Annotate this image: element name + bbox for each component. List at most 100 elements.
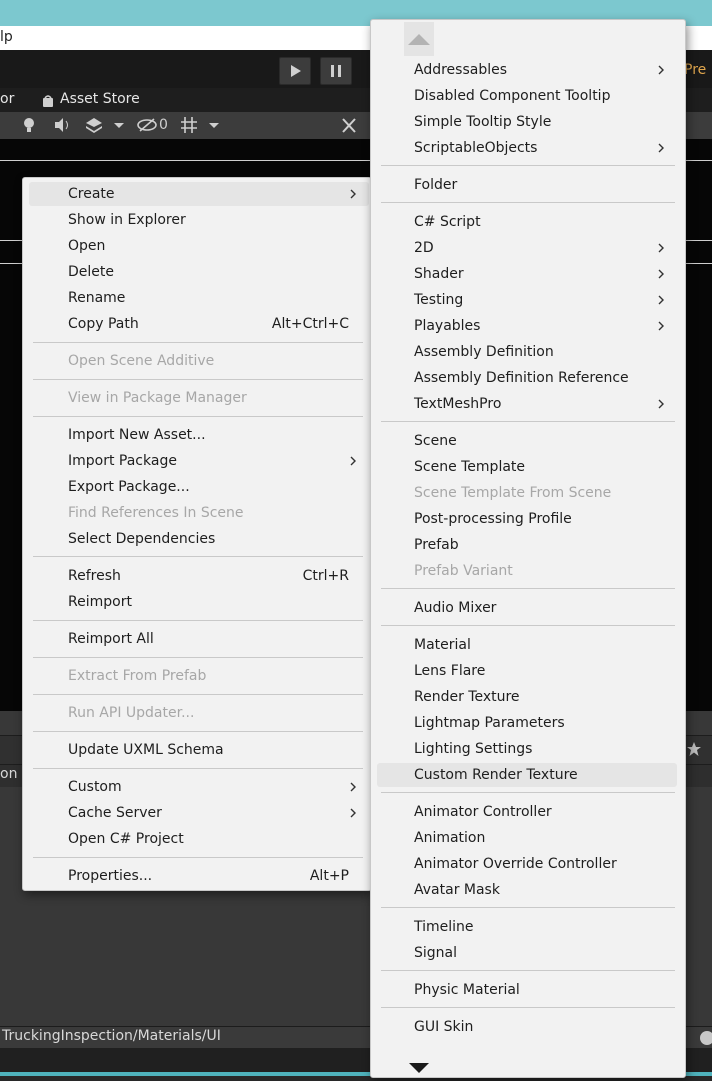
grid-dropdown-icon[interactable]	[208, 114, 220, 136]
menu-item-reimport-all[interactable]: Reimport All	[29, 627, 369, 651]
menu-item-simple-tooltip-style[interactable]: Simple Tooltip Style	[377, 110, 677, 134]
menu-item-label: GUI Skin	[414, 1019, 474, 1035]
menu-item-label: Properties...	[68, 868, 153, 884]
menu-item-create[interactable]: Create	[29, 182, 369, 206]
menu-item-audio-mixer[interactable]: Audio Mixer	[377, 596, 677, 620]
menu-item-scriptableobjects[interactable]: ScriptableObjects	[377, 136, 677, 160]
menu-item-textmeshpro[interactable]: TextMeshPro	[377, 392, 677, 416]
menu-item-label: Rename	[68, 290, 126, 306]
menu-item-cache-server[interactable]: Cache Server	[29, 801, 369, 825]
menu-item-import-new-asset[interactable]: Import New Asset...	[29, 423, 369, 447]
menu-item-gui-skin[interactable]: GUI Skin	[377, 1015, 677, 1039]
menu-item-shader[interactable]: Shader	[377, 262, 677, 286]
menu-item-update-uxml-schema[interactable]: Update UXML Schema	[29, 738, 369, 762]
menu-item-rename[interactable]: Rename	[29, 286, 369, 310]
menu-item-2d[interactable]: 2D	[377, 236, 677, 260]
menu-item-label: 2D	[414, 240, 434, 256]
tab-fragment[interactable]: or	[0, 91, 14, 107]
effects-toggle-icon[interactable]	[84, 114, 104, 136]
menu-item-folder[interactable]: Folder	[377, 173, 677, 197]
menu-item-lens-flare[interactable]: Lens Flare	[377, 659, 677, 683]
menu-item-label: Refresh	[68, 568, 121, 584]
menu-separator	[33, 768, 363, 769]
menu-item-label: ScriptableObjects	[414, 140, 538, 156]
menu-item-playables[interactable]: Playables	[377, 314, 677, 338]
menu-item-label: Open C# Project	[68, 831, 184, 847]
menu-item-avatar-mask[interactable]: Avatar Mask	[377, 878, 677, 902]
menu-item-import-package[interactable]: Import Package	[29, 449, 369, 473]
menu-item-extract-from-prefab: Extract From Prefab	[29, 664, 369, 688]
play-button[interactable]	[279, 57, 311, 85]
menu-item-show-in-explorer[interactable]: Show in Explorer	[29, 208, 369, 232]
menu-item-view-in-package-manager: View in Package Manager	[29, 386, 369, 410]
menu-item-c-script[interactable]: C# Script	[377, 210, 677, 234]
menu-item-animator-controller[interactable]: Animator Controller	[377, 800, 677, 824]
menu-item-prefab[interactable]: Prefab	[377, 533, 677, 557]
menu-item-lightmap-parameters[interactable]: Lightmap Parameters	[377, 711, 677, 735]
menu-item-label: Reimport All	[68, 631, 154, 647]
menu-item-export-package[interactable]: Export Package...	[29, 475, 369, 499]
audio-toggle-icon[interactable]	[52, 114, 72, 136]
menu-item-copy-path[interactable]: Copy Path Alt+Ctrl+C	[29, 312, 369, 336]
preview-packages-label[interactable]: Pre	[684, 58, 712, 82]
menu-item-assembly-definition[interactable]: Assembly Definition	[377, 340, 677, 364]
menu-separator	[33, 657, 363, 658]
menu-item-select-dependencies[interactable]: Select Dependencies	[29, 527, 369, 551]
menu-item-addressables[interactable]: Addressables	[377, 58, 677, 82]
menu-separator	[33, 416, 363, 417]
favorite-star-icon[interactable]	[686, 741, 702, 761]
menu-item-label: C# Script	[414, 214, 481, 230]
menu-separator	[381, 792, 675, 793]
menu-item-properties[interactable]: Properties... Alt+P	[29, 864, 369, 888]
menu-separator	[381, 907, 675, 908]
menu-item-animator-override-controller[interactable]: Animator Override Controller	[377, 852, 677, 876]
menu-item-label: Extract From Prefab	[68, 668, 207, 684]
scroll-down-button[interactable]	[404, 1053, 434, 1077]
menu-item-disabled-component-tooltip[interactable]: Disabled Component Tooltip	[377, 84, 677, 108]
lighting-toggle-icon[interactable]	[20, 114, 38, 136]
pause-button[interactable]	[320, 57, 352, 85]
menu-item-lighting-settings[interactable]: Lighting Settings	[377, 737, 677, 761]
menu-item-animation[interactable]: Animation	[377, 826, 677, 850]
menu-item-label: Signal	[414, 945, 458, 961]
menu-item-material[interactable]: Material	[377, 633, 677, 657]
menu-item-reimport[interactable]: Reimport	[29, 590, 369, 614]
menu-separator	[33, 694, 363, 695]
menu-item-render-texture[interactable]: Render Texture	[377, 685, 677, 709]
menu-item-label: Testing	[414, 292, 464, 308]
tab-asset-store[interactable]: Asset Store	[60, 91, 140, 107]
shopping-bag-icon	[42, 93, 54, 112]
menu-item-timeline[interactable]: Timeline	[377, 915, 677, 939]
menu-item-label: Copy Path	[68, 316, 139, 332]
menu-item-open-c-project[interactable]: Open C# Project	[29, 827, 369, 851]
menu-item-label: TextMeshPro	[414, 396, 502, 412]
menu-item-scene-template[interactable]: Scene Template	[377, 455, 677, 479]
menu-item-physic-material[interactable]: Physic Material	[377, 978, 677, 1002]
menu-item-assembly-definition-reference[interactable]: Assembly Definition Reference	[377, 366, 677, 390]
zoom-slider-handle[interactable]	[700, 1031, 712, 1045]
menu-item-scene[interactable]: Scene	[377, 429, 677, 453]
effects-dropdown-icon[interactable]	[113, 114, 125, 136]
menu-item-label: Shader	[414, 266, 464, 282]
grid-icon[interactable]	[179, 114, 199, 136]
menu-item-refresh[interactable]: Refresh Ctrl+R	[29, 564, 369, 588]
menu-item-testing[interactable]: Testing	[377, 288, 677, 312]
menu-item-label: Export Package...	[68, 479, 190, 495]
menu-item-shortcut: Alt+Ctrl+C	[271, 316, 349, 332]
menu-item-shortcut: Alt+P	[309, 868, 349, 884]
menu-item-custom-render-texture[interactable]: Custom Render Texture	[377, 763, 677, 787]
tab-fragment-lower[interactable]: on	[0, 766, 17, 782]
menu-item-delete[interactable]: Delete	[29, 260, 369, 284]
tools-icon[interactable]	[340, 114, 358, 136]
menu-item-label: Scene Template From Scene	[414, 485, 612, 501]
help-menu-fragment[interactable]: lp	[0, 29, 13, 45]
menu-item-open[interactable]: Open	[29, 234, 369, 258]
menu-item-label: Playables	[414, 318, 481, 334]
hidden-objects-icon[interactable]	[136, 114, 158, 136]
menu-item-post-processing-profile[interactable]: Post-processing Profile	[377, 507, 677, 531]
menu-item-custom[interactable]: Custom	[29, 775, 369, 799]
menu-item-signal[interactable]: Signal	[377, 941, 677, 965]
scroll-up-button[interactable]	[404, 22, 434, 56]
menu-item-label: Animator Controller	[414, 804, 552, 820]
pause-icon	[331, 65, 341, 77]
